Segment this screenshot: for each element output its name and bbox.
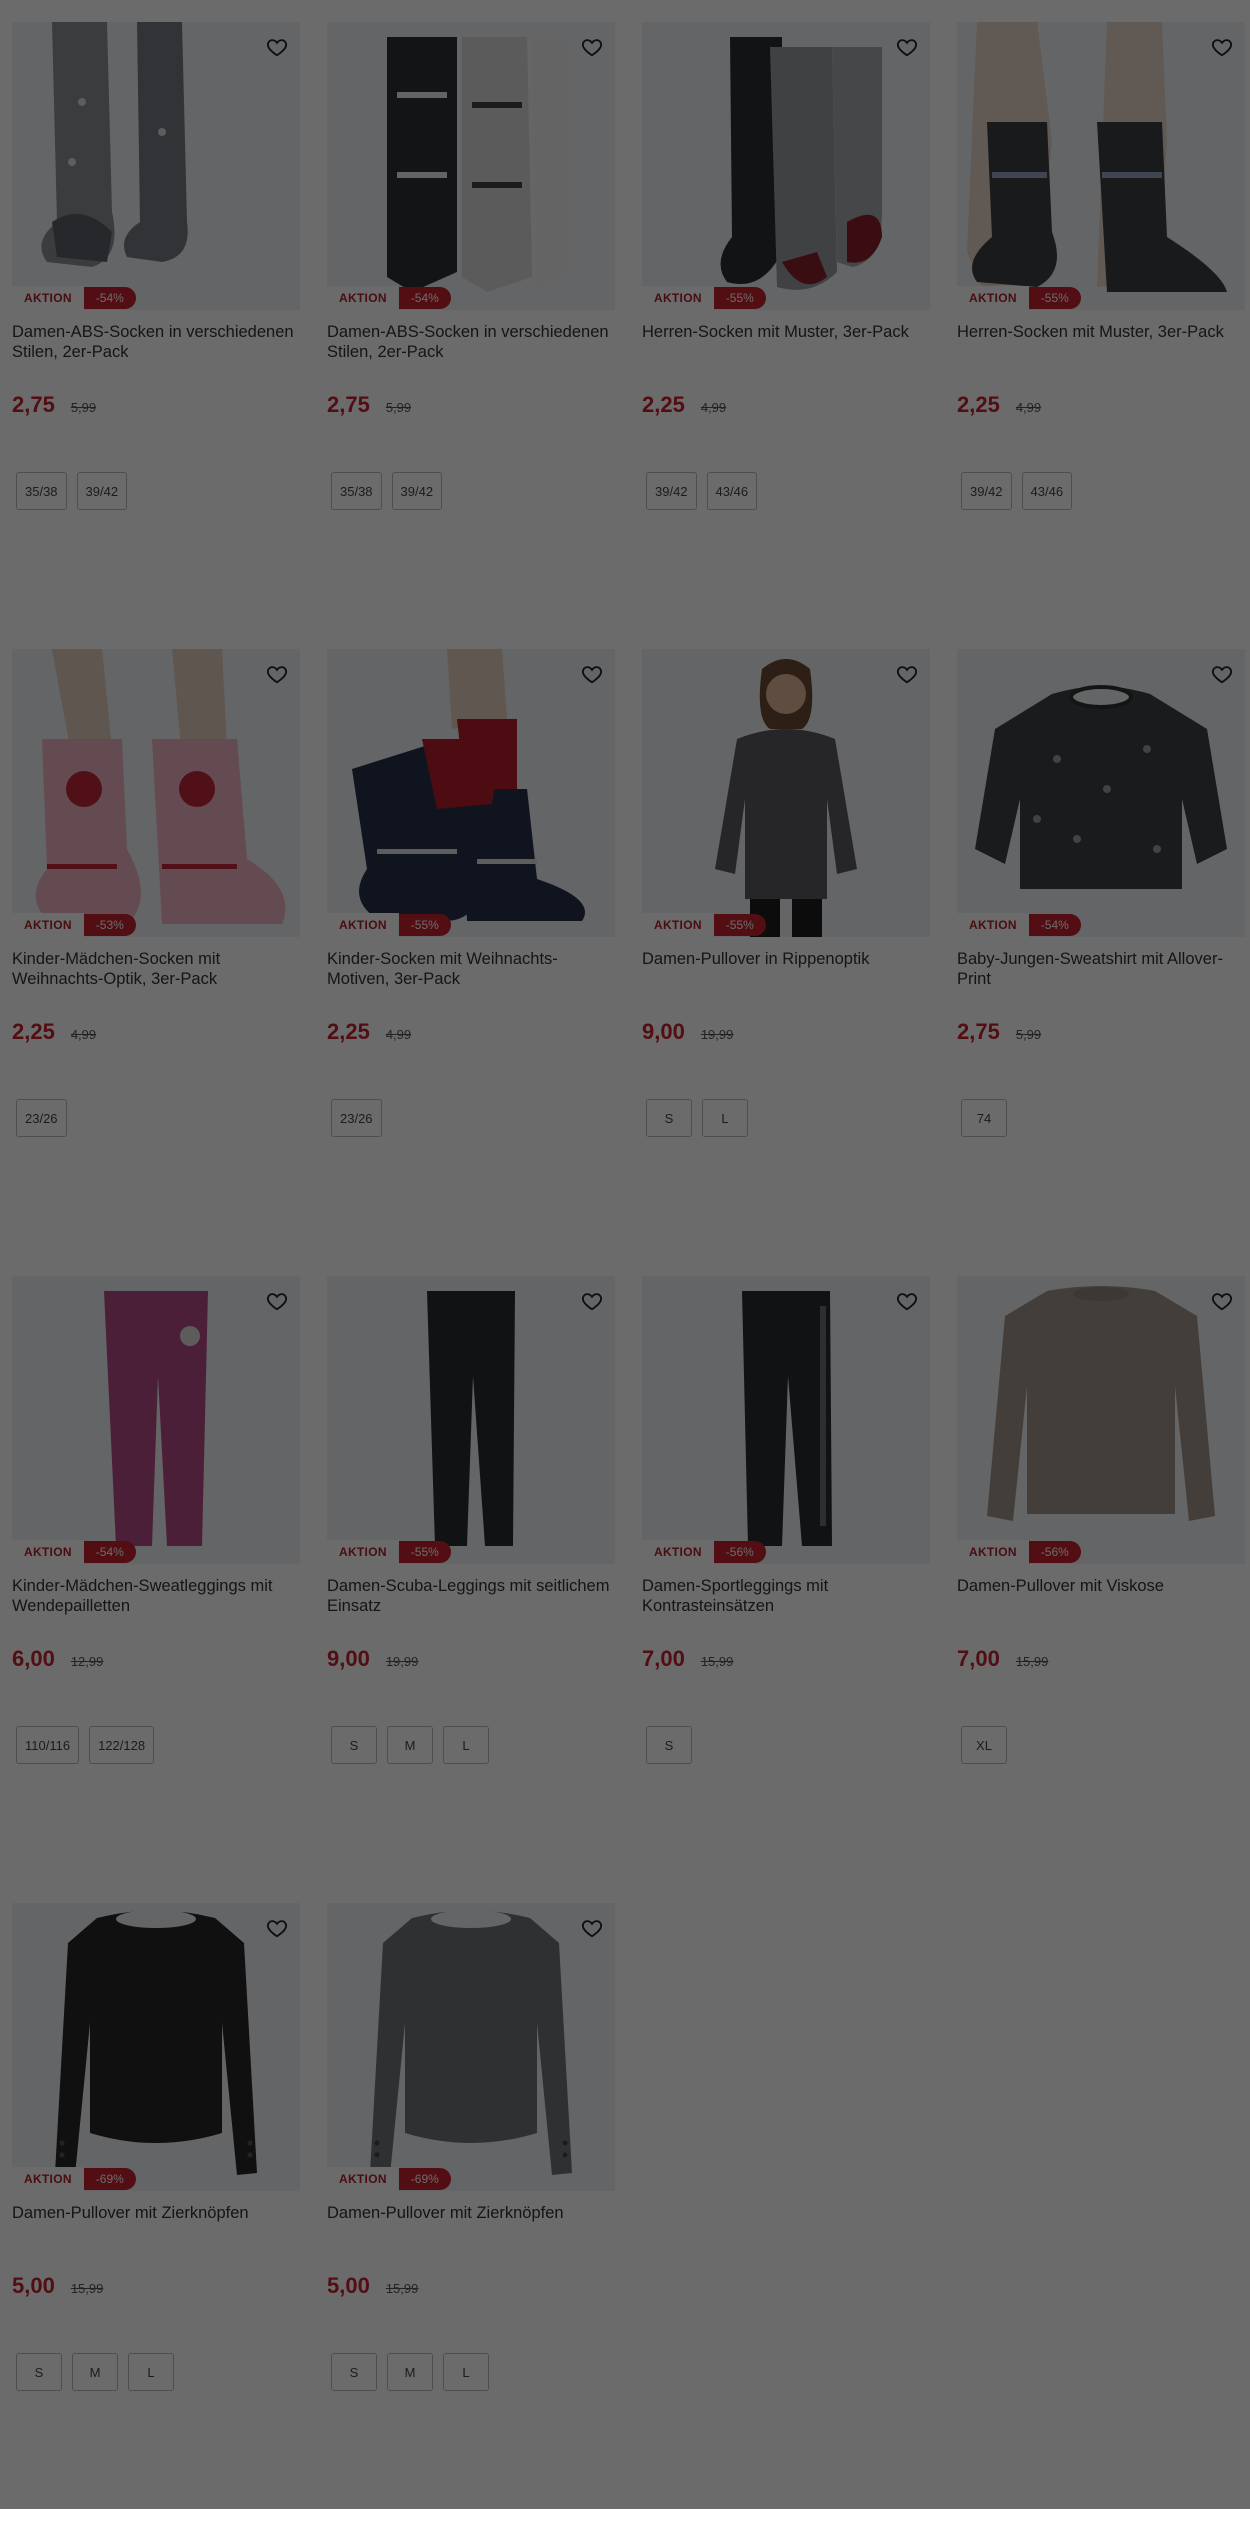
modal-backdrop-overlay[interactable]: [0, 0, 1250, 2509]
